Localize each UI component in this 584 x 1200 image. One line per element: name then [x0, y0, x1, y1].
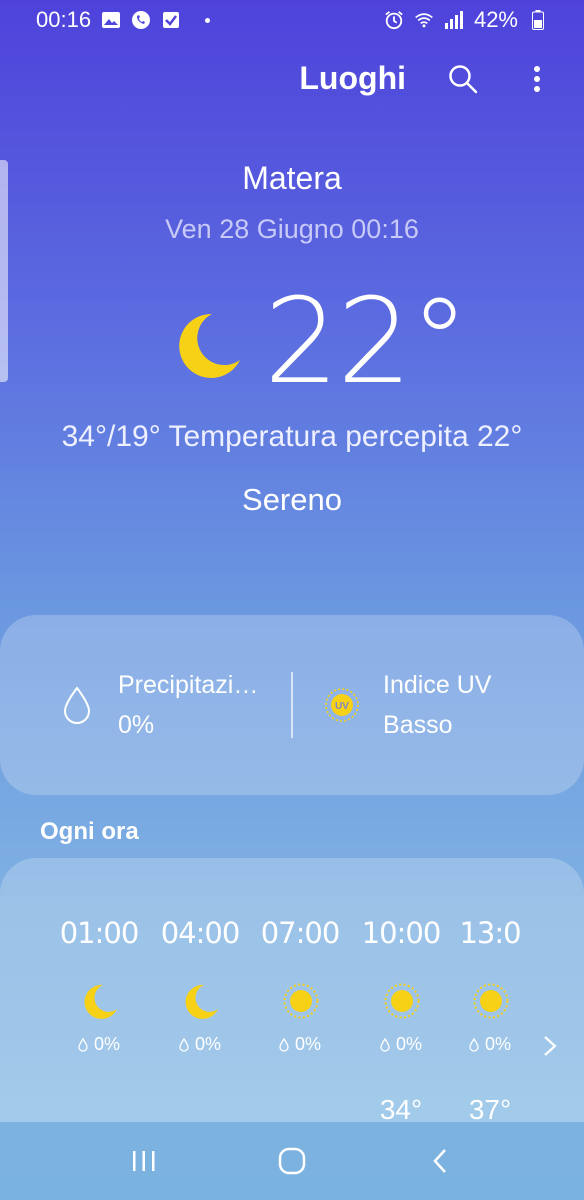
precipitation-text: Precipitazi… 0% — [118, 665, 258, 745]
recent-apps-icon — [133, 1151, 155, 1171]
weather-condition: Sereno — [242, 482, 342, 517]
back-button[interactable] — [420, 1141, 460, 1181]
hour-time: 04:00 — [160, 916, 241, 950]
hour-precip-value: 0% — [395, 1034, 422, 1054]
chevron-right-icon[interactable] — [540, 1034, 560, 1058]
notification-dot-icon — [205, 17, 211, 23]
search-icon — [449, 64, 478, 93]
wifi-icon — [414, 10, 434, 30]
hour-time: 01:00 — [59, 916, 140, 950]
status-left: 00:16 — [36, 7, 211, 33]
precipitation-value: 0% — [118, 711, 155, 739]
current-weather: 22° — [170, 272, 469, 410]
uv-block: UV Indice UV Basso — [293, 615, 584, 795]
uv-text: Indice UV Basso — [383, 665, 491, 745]
system-nav-bar — [0, 1122, 584, 1200]
phone-icon — [131, 10, 151, 30]
home-icon — [278, 1147, 306, 1175]
battery-percent: 42% — [473, 7, 518, 32]
places-title[interactable]: Luoghi — [299, 60, 406, 97]
drop-icon — [380, 1037, 390, 1052]
city-name: Matera — [242, 160, 342, 196]
status-right: 42% — [384, 7, 548, 33]
details-card[interactable]: Precipitazi… 0% UV Indice UV Basso — [0, 615, 584, 795]
status-time: 00:16 — [36, 7, 92, 32]
hour-precip-value: 0% — [484, 1034, 511, 1054]
sun-icon — [384, 983, 420, 1019]
more-vert-icon — [534, 65, 540, 92]
alarm-icon — [384, 10, 404, 30]
hour-precip: 0% — [351, 1034, 451, 1055]
high-low-feels-like: 34°/19° Temperatura percepita 22° — [61, 420, 523, 453]
current-datetime: Ven 28 Giugno 00:16 — [165, 214, 419, 244]
water-drop-icon — [58, 686, 96, 724]
uv-value: Basso — [383, 711, 453, 739]
signal-icon — [444, 10, 464, 30]
home-button[interactable] — [272, 1141, 312, 1181]
search-button[interactable] — [446, 62, 480, 96]
hour-time: 07:00 — [260, 916, 341, 950]
moon-icon — [185, 984, 218, 1019]
hourly-title: Ogni ora — [40, 818, 139, 845]
uv-sun-icon: UV — [323, 686, 361, 724]
sun-icon — [473, 983, 509, 1019]
moon-icon — [179, 313, 240, 378]
drop-icon — [78, 1037, 88, 1052]
hour-precip: 0% — [49, 1034, 149, 1055]
more-options-button[interactable] — [520, 62, 554, 96]
battery-icon — [528, 10, 548, 30]
current-temperature: 22° — [264, 272, 469, 410]
status-bar: 00:16 42% — [0, 0, 584, 40]
hour-precip-value: 0% — [93, 1034, 120, 1054]
uv-label: Indice UV — [383, 671, 492, 699]
drop-icon — [179, 1037, 189, 1052]
recent-apps-button[interactable] — [124, 1141, 164, 1181]
hour-time: 13:0 — [459, 916, 521, 950]
moon-icon — [84, 984, 117, 1019]
app-bar: Luoghi — [299, 60, 554, 97]
hour-time: 10:00 — [361, 916, 442, 950]
uv-badge: UV — [335, 701, 349, 712]
drop-icon — [469, 1037, 479, 1052]
hour-precip-value: 0% — [194, 1034, 221, 1054]
precipitation-label: Precipitazi… — [118, 671, 259, 699]
checkbox-icon — [161, 10, 181, 30]
hour-precip: 0% — [150, 1034, 250, 1055]
hour-precip-value: 0% — [294, 1034, 321, 1054]
hour-precip: 0% — [440, 1034, 540, 1055]
precipitation-block: Precipitazi… 0% — [0, 615, 291, 795]
drop-icon — [279, 1037, 289, 1052]
back-icon — [433, 1149, 446, 1173]
sun-icon — [283, 983, 319, 1019]
gallery-icon — [101, 10, 121, 30]
hour-precip: 0% — [250, 1034, 350, 1055]
